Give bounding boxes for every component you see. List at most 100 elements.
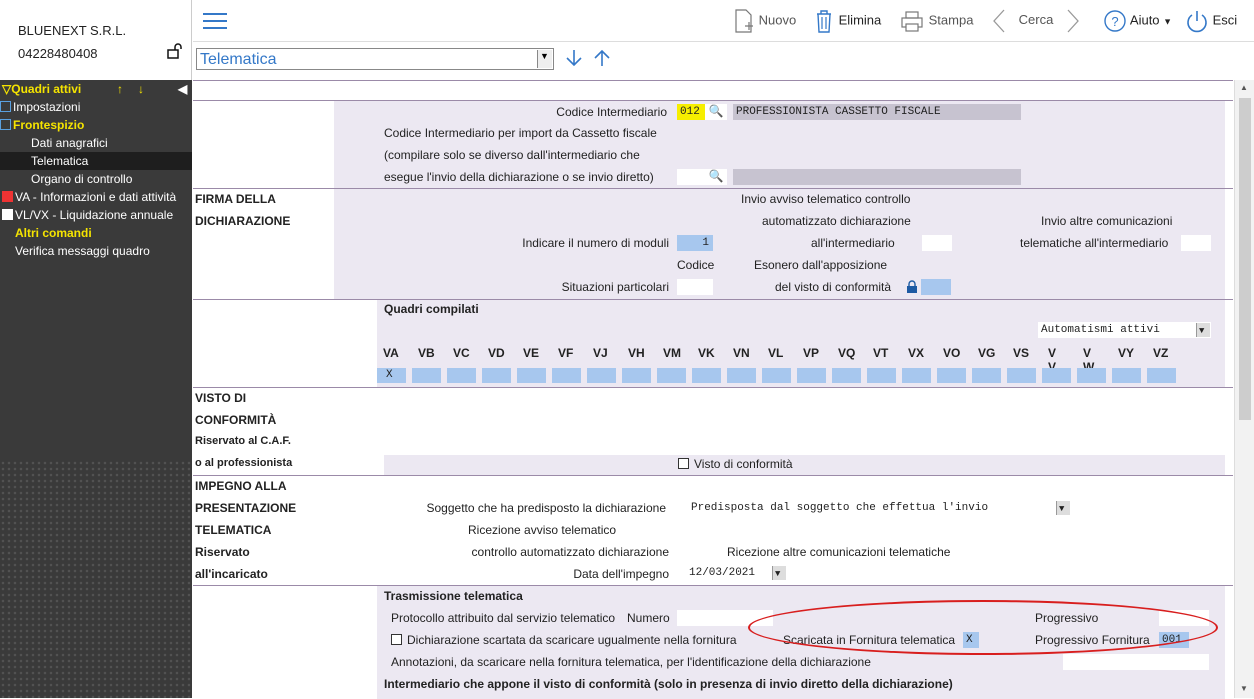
chevron-down-icon: ▼ [540, 51, 549, 61]
company-name: BLUENEXT S.R.L. [18, 23, 127, 38]
sidebar-item-impostazioni[interactable]: Impostazioni [0, 98, 192, 116]
quadro-code-input[interactable] [797, 368, 826, 383]
arrow-down-icon[interactable]: ↓ [138, 80, 144, 98]
vertical-scrollbar[interactable]: ▲ ▼ [1234, 80, 1254, 698]
quadro-code-label: VY [1118, 346, 1135, 360]
numero-label: Numero [627, 611, 670, 625]
quadro-code-input[interactable]: X [377, 368, 406, 383]
arrow-down-icon[interactable] [564, 48, 584, 68]
codice-intermediario-label: Codice Intermediario [556, 105, 667, 119]
quadro-code-label: VN [733, 346, 750, 360]
quadro-code-input[interactable] [902, 368, 931, 383]
chevron-left-icon[interactable] [991, 8, 1007, 34]
quadro-code-input[interactable] [762, 368, 791, 383]
menu-icon[interactable] [203, 12, 227, 30]
impegno-title-4: Riservato [195, 545, 250, 559]
section-impegno: IMPEGNO ALLA PRESENTAZIONE TELEMATICA Ri… [193, 476, 1233, 586]
annotazioni-input[interactable] [1063, 654, 1209, 670]
quadro-code-input[interactable] [937, 368, 966, 383]
sidebar-item-va[interactable]: VA - Informazioni e dati attività [0, 188, 192, 206]
quadro-code-input[interactable] [727, 368, 756, 383]
firma-title-1: FIRMA DELLA [195, 192, 276, 206]
quadro-code-input[interactable] [1007, 368, 1036, 383]
scroll-down-icon[interactable]: ▼ [1240, 684, 1248, 693]
aiuto-button[interactable]: ? Aiuto ▼ [1103, 8, 1172, 34]
altre-label-1: Invio altre comunicazioni [1041, 214, 1173, 228]
codice-intermediario-input[interactable]: 012 [677, 104, 705, 120]
sidebar-item-organo-controllo[interactable]: Organo di controllo [0, 170, 192, 188]
situazioni-input[interactable] [677, 279, 713, 295]
situazioni-label: Situazioni particolari [561, 280, 669, 294]
scartata-checkbox[interactable]: Dichiarazione scartata da scaricare ugua… [391, 633, 737, 647]
sidebar-item-telematica[interactable]: Telematica [0, 152, 192, 170]
collapse-icon[interactable]: ◀ [178, 80, 187, 98]
cerca-button[interactable]: Cerca [1019, 12, 1054, 27]
ricezione-altre-input[interactable] [964, 544, 994, 560]
avviso-input[interactable] [922, 235, 952, 251]
quadro-code-input[interactable] [692, 368, 721, 383]
altre-input[interactable] [1181, 235, 1211, 251]
search-icon[interactable]: 🔍 [705, 104, 727, 120]
altre-label-2: telematiche all'intermediario [1020, 236, 1169, 250]
quadro-code-input[interactable] [1077, 368, 1106, 383]
moduli-input[interactable]: 1 [677, 235, 713, 251]
soggetto-select[interactable]: Predisposta dal soggetto che effettua l'… [677, 500, 1071, 516]
codice-import-desc [733, 169, 1021, 185]
quadro-code-input[interactable] [622, 368, 651, 383]
quadro-code-input[interactable] [447, 368, 476, 383]
quadro-code-input[interactable] [867, 368, 896, 383]
esonero-input[interactable] [921, 279, 951, 295]
sidebar-item-dati-anagrafici[interactable]: Dati anagrafici [0, 134, 192, 152]
chevron-down-icon: ▼ [1199, 326, 1205, 336]
sidebar-item-frontespizio[interactable]: Frontespizio [0, 116, 192, 134]
sidebar-verifica-messaggi[interactable]: Verifica messaggi quadro [0, 242, 192, 260]
codice-import-input[interactable] [677, 169, 705, 185]
quadri-title: Quadri compilati [384, 302, 479, 316]
sidebar-header[interactable]: ▽Quadri attivi ↑ ↓ ◀ [0, 80, 192, 98]
quadro-code-input[interactable] [1147, 368, 1176, 383]
scrollbar-thumb[interactable] [1239, 98, 1251, 420]
avviso-label-3: all'intermediario [811, 236, 895, 250]
checkbox-icon [2, 191, 13, 202]
quadro-select[interactable]: Telematica ▼ [196, 48, 554, 70]
calendar-dropdown-button[interactable]: ▼ [772, 566, 786, 580]
visto-checkbox[interactable]: Visto di conformità [678, 457, 793, 471]
ricezione-input[interactable] [677, 544, 707, 560]
select-dropdown-button[interactable]: ▼ [537, 50, 552, 68]
scroll-up-icon[interactable]: ▲ [1240, 83, 1248, 92]
quadro-code-input[interactable] [552, 368, 581, 383]
quadro-code-input[interactable] [657, 368, 686, 383]
quadro-code-label: VC [453, 346, 470, 360]
visto-title-2: CONFORMITÀ [195, 413, 277, 427]
printer-icon [901, 11, 923, 32]
data-impegno-input[interactable]: 12/03/2021 ▼ [677, 565, 787, 581]
avviso-label-1: Invio avviso telematico controllo [741, 192, 911, 206]
automatismi-select[interactable]: Automatismi attivi ▼ [1038, 322, 1211, 338]
quadro-code-input[interactable] [587, 368, 616, 383]
dropdown-caret-icon: ▼ [1163, 16, 1173, 27]
select-dropdown-button[interactable]: ▼ [1056, 501, 1070, 515]
company-vat: 04228480408 [18, 46, 98, 61]
sidebar-item-vl-vx[interactable]: VL/VX - Liquidazione annuale [0, 206, 192, 224]
quadro-code-label: VJ [593, 346, 608, 360]
stampa-button[interactable]: Stampa [899, 8, 973, 34]
visto-title-1: VISTO DI [195, 391, 247, 405]
nuovo-button[interactable]: Nuovo [733, 8, 796, 34]
search-icon[interactable]: 🔍 [705, 169, 727, 185]
quadro-code-label: VF [558, 346, 574, 360]
unlock-icon[interactable] [166, 43, 182, 59]
select-dropdown-button[interactable]: ▼ [1196, 323, 1210, 337]
quadro-code-input[interactable] [517, 368, 546, 383]
quadro-code-input[interactable] [412, 368, 441, 383]
chevron-right-icon[interactable] [1065, 8, 1081, 34]
quadro-code-input[interactable] [832, 368, 861, 383]
quadro-code-input[interactable] [972, 368, 1001, 383]
elimina-button[interactable]: Elimina [813, 8, 881, 34]
quadro-code-label: VP [803, 346, 820, 360]
esci-button[interactable]: Esci [1185, 8, 1237, 34]
quadro-code-input[interactable] [1112, 368, 1141, 383]
quadro-code-input[interactable] [482, 368, 511, 383]
quadro-code-input[interactable] [1042, 368, 1071, 383]
arrow-up-icon[interactable] [592, 48, 612, 68]
arrow-up-icon[interactable]: ↑ [117, 80, 123, 98]
